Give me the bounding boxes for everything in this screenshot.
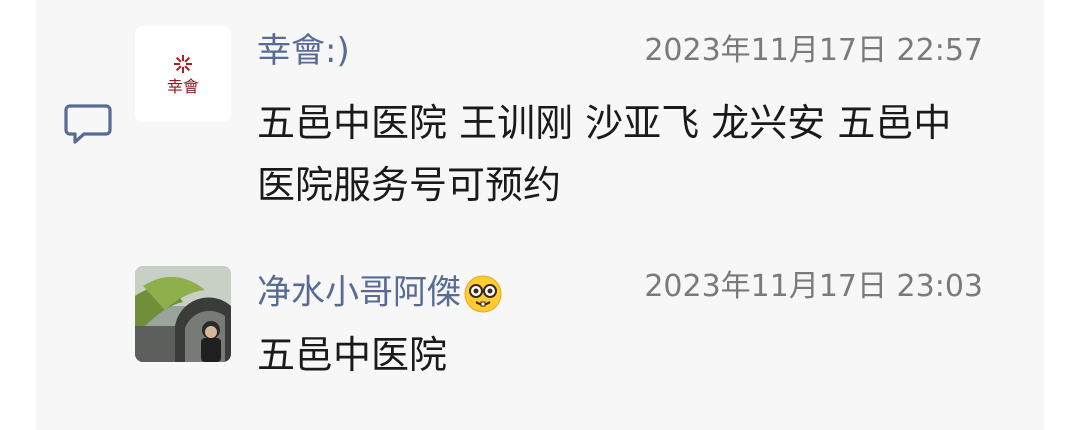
- avatar-photo: [135, 266, 231, 362]
- comment-timestamp: 2023年11月17日 23:03: [644, 269, 983, 304]
- comment-bubble-icon: [64, 104, 112, 144]
- avatar[interactable]: 幸會: [135, 26, 231, 122]
- brand-logo-icon: 幸會: [135, 26, 231, 122]
- comment-text: 五邑中医院: [257, 333, 448, 377]
- avatar[interactable]: [135, 266, 231, 362]
- author-name[interactable]: 净水小哥阿傑: [257, 274, 503, 314]
- nerd-face-emoji-icon: [464, 275, 502, 313]
- logo-wordmark: 幸會: [167, 77, 199, 96]
- comment-timestamp: 2023年11月17日 22:57: [644, 33, 983, 68]
- author-name-text: 净水小哥阿傑: [257, 272, 461, 313]
- comment-text: 五邑中医院 王训刚 沙亚飞 龙兴安 五邑中医院服务号可预约: [257, 101, 952, 207]
- author-name[interactable]: 幸會:): [257, 34, 350, 68]
